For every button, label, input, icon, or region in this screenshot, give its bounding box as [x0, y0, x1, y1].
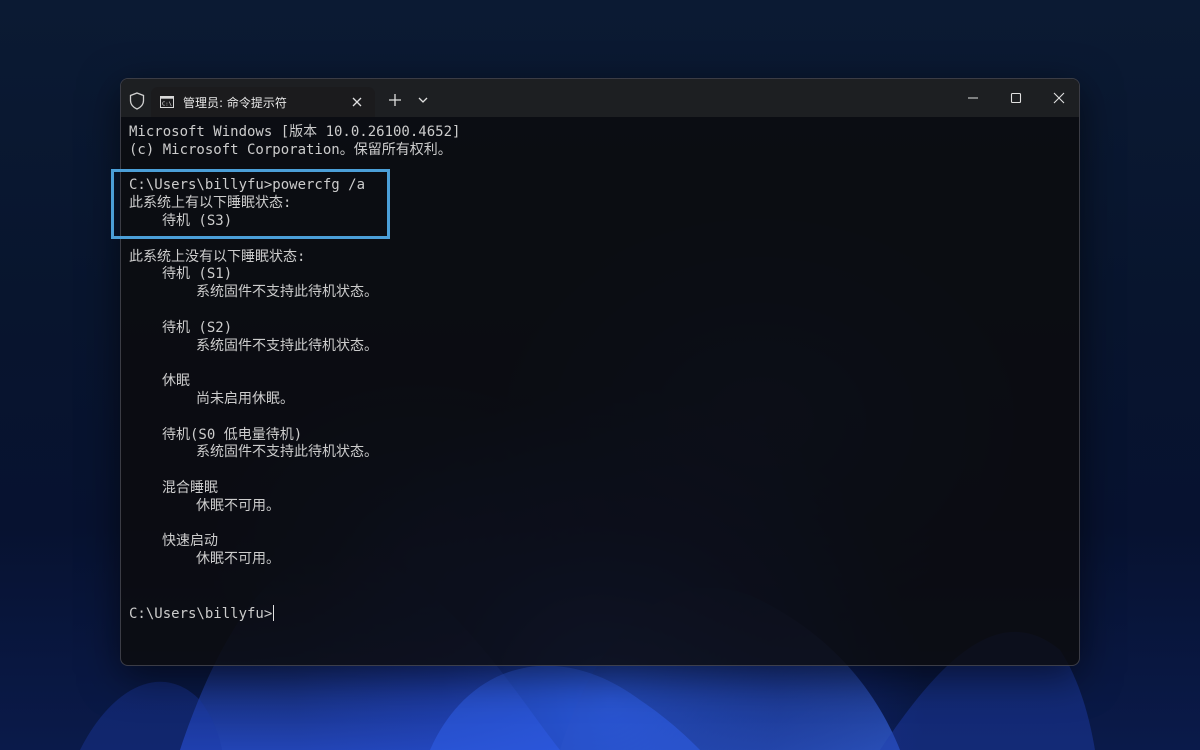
tab-title: 管理员: 命令提示符 [183, 96, 287, 110]
prompt-text: C:\Users\billyfu> [129, 605, 273, 622]
terminal-window: C:\ 管理员: 命令提示符 Microsoft Windows [版本 10.… [120, 78, 1080, 666]
output-line: 待机 (S2) [162, 319, 233, 336]
tab-command-prompt[interactable]: C:\ 管理员: 命令提示符 [151, 87, 375, 117]
maximize-icon[interactable] [996, 85, 1036, 111]
svg-text:C:\: C:\ [162, 102, 172, 108]
output-line: 尚未启用休眠。 [196, 390, 294, 407]
output-line: 此系统上有以下睡眠状态: [129, 195, 292, 212]
close-icon[interactable] [347, 92, 367, 112]
output-line: 休眠不可用。 [196, 551, 280, 568]
output-line: 系统固件不支持此待机状态。 [196, 444, 378, 461]
output-line: Microsoft Windows [版本 10.0.26100.4652] [129, 124, 461, 140]
title-bar[interactable]: C:\ 管理员: 命令提示符 [121, 79, 1079, 117]
output-line: 系统固件不支持此待机状态。 [196, 284, 378, 301]
plus-icon[interactable] [385, 90, 405, 110]
output-line: 快速启动 [162, 533, 218, 550]
text-cursor [273, 604, 275, 621]
command-prompt-icon: C:\ [160, 96, 174, 108]
prompt-line[interactable]: C:\Users\billyfu> [129, 604, 1069, 623]
output-line: 待机 (S1) [162, 266, 233, 283]
output-line: 休眠 [162, 373, 190, 390]
output-line: 系统固件不支持此待机状态。 [196, 337, 378, 354]
output-line: 休眠不可用。 [196, 497, 280, 514]
output-line: (c) Microsoft Corporation。保留所有权利。 [129, 141, 452, 158]
output-line: 待机(S0 低电量待机) [162, 426, 303, 443]
chevron-down-icon[interactable] [415, 92, 431, 108]
command-line: C:\Users\billyfu>powercfg /a [129, 177, 366, 194]
minimize-icon[interactable] [953, 85, 993, 111]
output-line: 此系统上没有以下睡眠状态: [129, 248, 306, 265]
shield-icon [129, 92, 145, 110]
output-line: 待机 (S3) [162, 212, 233, 229]
terminal-output[interactable]: Microsoft Windows [版本 10.0.26100.4652] (… [129, 124, 1069, 659]
output-line: 混合睡眠 [162, 479, 218, 496]
close-icon[interactable] [1039, 85, 1079, 111]
